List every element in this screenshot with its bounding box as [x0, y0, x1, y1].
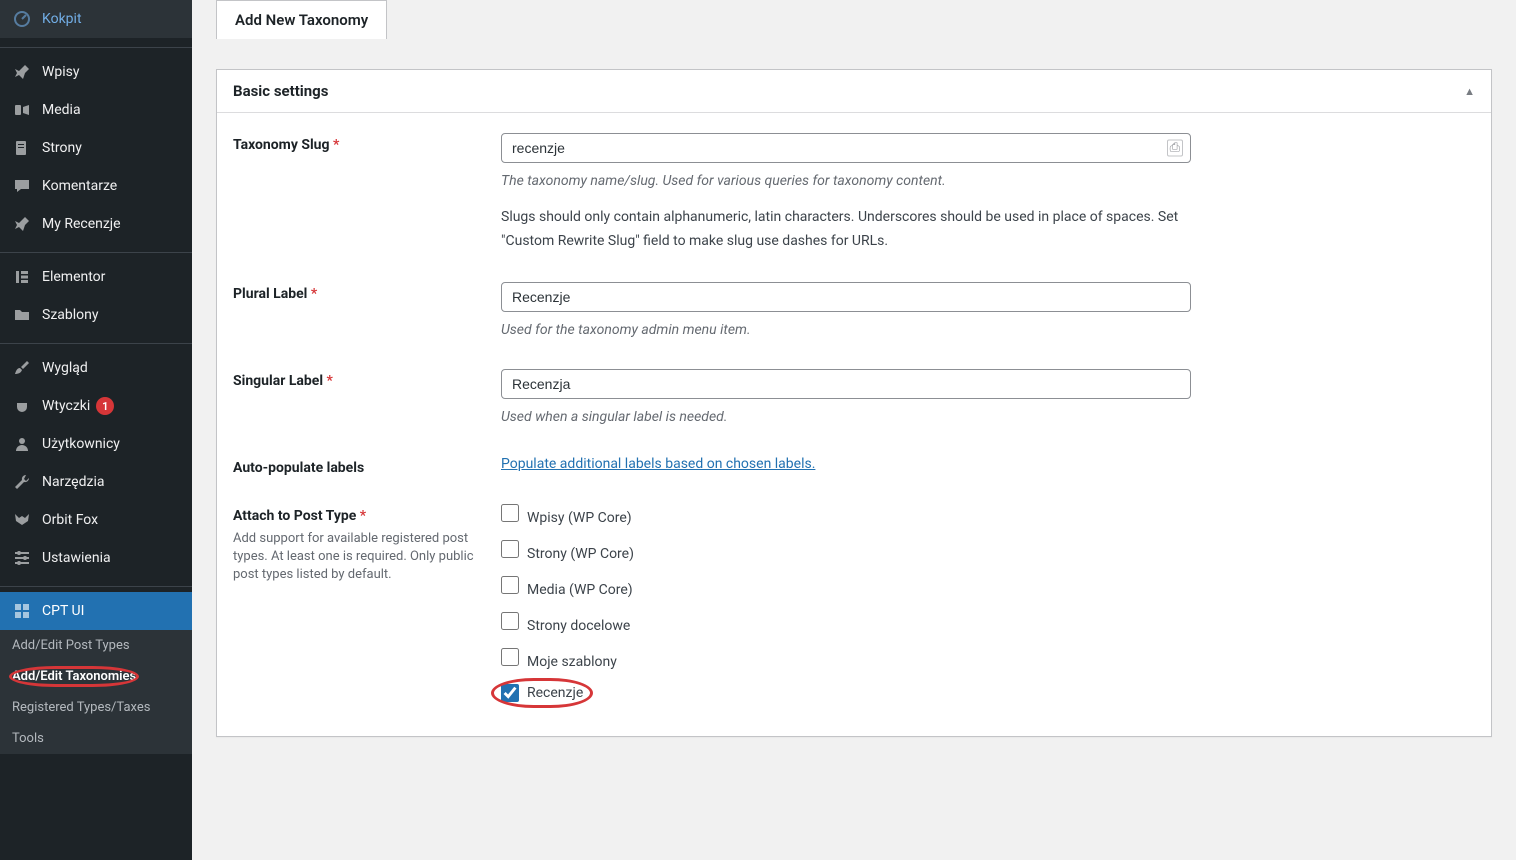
brush-icon — [12, 358, 32, 378]
basic-settings-panel: Basic settings ▲ Taxonomy Slug * ⎙ The t… — [216, 69, 1492, 737]
collapse-icon: ▲ — [1464, 85, 1475, 98]
media-icon — [12, 100, 32, 120]
pin-icon — [12, 62, 32, 82]
post-type-label: Strony docelowe — [527, 618, 630, 634]
admin-sidebar: Kokpit Wpisy Media Strony Komentarze My Recen… — [0, 0, 192, 860]
slug-note: Slugs should only contain alphanumeric, … — [501, 206, 1191, 254]
sidebar-item-label: CPT UI — [42, 603, 84, 619]
page-icon — [12, 138, 32, 158]
panel-title: Basic settings — [233, 82, 328, 100]
menu-separator — [0, 248, 192, 253]
post-type-checkbox[interactable] — [501, 612, 519, 630]
sidebar-item-wtyczki[interactable]: Wtyczki 1 — [0, 387, 192, 425]
autopopulate-label: Auto-populate labels — [233, 460, 364, 476]
tab-bar: Add New Taxonomy — [216, 0, 1492, 39]
main-content: Add New Taxonomy Basic settings ▲ Taxono… — [192, 0, 1516, 860]
post-type-checkbox[interactable] — [501, 504, 519, 522]
autofill-icon: ⎙ — [1167, 140, 1183, 157]
sidebar-item-szablony[interactable]: Szablony — [0, 296, 192, 334]
post-type-label: Media (WP Core) — [527, 582, 633, 598]
taxonomy-slug-label: Taxonomy Slug * — [233, 137, 339, 153]
sidebar-item-label: Ustawienia — [42, 550, 111, 566]
tab-add-new-taxonomy[interactable]: Add New Taxonomy — [216, 0, 387, 39]
submenu-item-registered-types-taxes[interactable]: Registered Types/Taxes — [0, 692, 192, 723]
singular-label-input[interactable] — [501, 369, 1191, 399]
submenu-item-add-edit-taxonomies[interactable]: Add/Edit Taxonomies — [0, 661, 192, 692]
post-type-label: Moje szablony — [527, 654, 617, 670]
singular-description: Used when a singular label is needed. — [501, 407, 1191, 428]
populate-labels-link[interactable]: Populate additional labels based on chos… — [501, 456, 815, 472]
sidebar-item-label: Media — [42, 102, 81, 118]
plural-label-input[interactable] — [501, 282, 1191, 312]
settings-icon — [12, 548, 32, 568]
sidebar-item-elementor[interactable]: Elementor — [0, 258, 192, 296]
attach-post-type-label: Attach to Post Type * — [233, 508, 366, 524]
cptui-icon — [12, 601, 32, 621]
sidebar-item-label: Strony — [42, 140, 82, 156]
post-type-label: Wpisy (WP Core) — [527, 510, 632, 526]
submenu-item-tools[interactable]: Tools — [0, 723, 192, 754]
post-type-checkbox[interactable] — [501, 648, 519, 666]
menu-separator — [0, 43, 192, 48]
fox-icon — [12, 510, 32, 530]
panel-header[interactable]: Basic settings ▲ — [217, 70, 1491, 113]
sidebar-item-cpt-ui[interactable]: CPT UI — [0, 592, 192, 630]
slug-description: The taxonomy name/slug. Used for various… — [501, 171, 1191, 192]
sidebar-item-label: Orbit Fox — [42, 512, 98, 528]
sidebar-item-orbit-fox[interactable]: Orbit Fox — [0, 501, 192, 539]
comment-icon — [12, 176, 32, 196]
sidebar-item-my-recenzje[interactable]: My Recenzje — [0, 205, 192, 243]
sidebar-item-użytkownicy[interactable]: Użytkownicy — [0, 425, 192, 463]
sidebar-item-label: Użytkownicy — [42, 436, 120, 452]
post-type-checkbox[interactable] — [501, 684, 519, 702]
dashboard-icon — [12, 9, 32, 29]
sidebar-item-wpisy[interactable]: Wpisy — [0, 53, 192, 91]
post-type-label: Strony (WP Core) — [527, 546, 634, 562]
post-type-label: Recenzje — [527, 685, 583, 701]
sidebar-item-strony[interactable]: Strony — [0, 129, 192, 167]
plugin-icon — [12, 396, 32, 416]
sidebar-item-label: My Recenzje — [42, 216, 121, 232]
attach-sublabel: Add support for available registered pos… — [233, 530, 501, 585]
taxonomy-slug-input[interactable] — [501, 133, 1191, 163]
user-icon — [12, 434, 32, 454]
pin-icon — [12, 214, 32, 234]
elementor-icon — [12, 267, 32, 287]
update-badge: 1 — [96, 397, 114, 415]
sidebar-item-komentarze[interactable]: Komentarze — [0, 167, 192, 205]
submenu-item-add-edit-post-types[interactable]: Add/Edit Post Types — [0, 630, 192, 661]
singular-label-label: Singular Label * — [233, 373, 333, 389]
sidebar-submenu: Add/Edit Post TypesAdd/Edit TaxonomiesRe… — [0, 630, 192, 754]
menu-separator — [0, 582, 192, 587]
sidebar-item-media[interactable]: Media — [0, 91, 192, 129]
folder-icon — [12, 305, 32, 325]
sidebar-item-label: Wygląd — [42, 360, 88, 376]
sidebar-item-label: Wtyczki — [42, 398, 90, 414]
post-type-checkbox[interactable] — [501, 576, 519, 594]
sidebar-item-label: Kokpit — [42, 11, 82, 27]
sidebar-item-label: Elementor — [42, 269, 105, 285]
sidebar-item-label: Narzędzia — [42, 474, 104, 490]
sidebar-item-label: Wpisy — [42, 64, 80, 80]
sidebar-item-narzędzia[interactable]: Narzędzia — [0, 463, 192, 501]
sidebar-item-ustawienia[interactable]: Ustawienia — [0, 539, 192, 577]
post-type-checkbox[interactable] — [501, 540, 519, 558]
sidebar-item-label: Komentarze — [42, 178, 117, 194]
sidebar-item-kokpit[interactable]: Kokpit — [0, 0, 192, 38]
plural-description: Used for the taxonomy admin menu item. — [501, 320, 1191, 341]
sidebar-item-label: Szablony — [42, 307, 98, 323]
wrench-icon — [12, 472, 32, 492]
plural-label-label: Plural Label * — [233, 286, 317, 302]
menu-separator — [0, 339, 192, 344]
sidebar-item-wygląd[interactable]: Wygląd — [0, 349, 192, 387]
